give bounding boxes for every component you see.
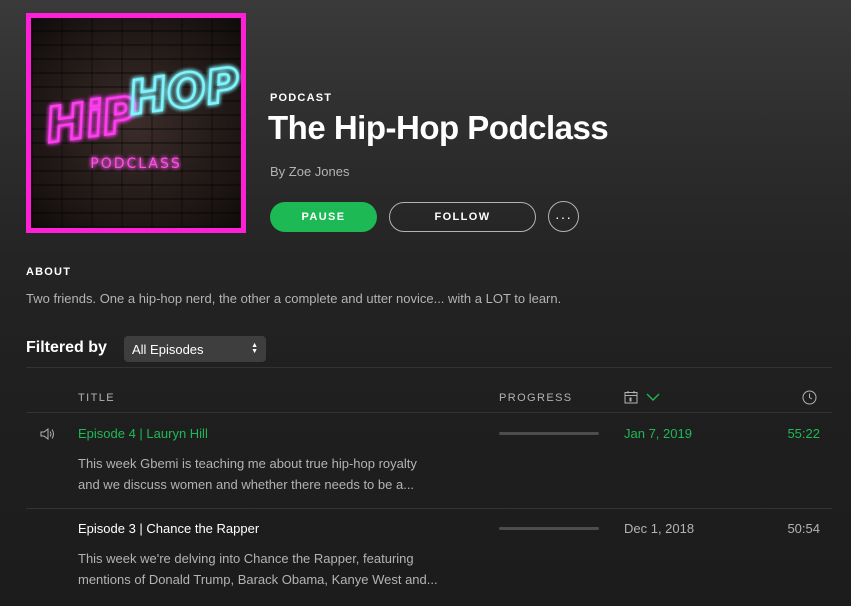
more-options-button[interactable]: ··· (548, 201, 579, 232)
episode-description-line: mentions of Donald Trump, Barack Obama, … (78, 572, 438, 587)
author-label[interactable]: By Zoe Jones (270, 164, 350, 179)
sort-descending-chevron-icon (646, 393, 660, 401)
divider (26, 508, 832, 509)
cover-text-hop: HOP (125, 57, 241, 126)
column-header-date[interactable] (624, 390, 660, 404)
more-icon: ··· (555, 208, 572, 225)
episode-progress-bar (499, 527, 599, 530)
episode-title[interactable]: Episode 4 | Lauryn Hill (78, 426, 208, 441)
episode-title[interactable]: Episode 3 | Chance the Rapper (78, 521, 259, 536)
filter-label: Filtered by (26, 339, 107, 356)
episode-description: This week Gbemi is teaching me about tru… (78, 453, 478, 495)
podcast-cover-art: HiP HOP PODCLASS (26, 13, 246, 233)
calendar-icon (624, 391, 638, 404)
about-heading: ABOUT (26, 266, 72, 278)
follow-button[interactable]: FOLLOW (389, 202, 536, 232)
clock-icon (802, 390, 817, 405)
episode-duration: 55:22 (787, 426, 820, 441)
episode-filter-select[interactable]: All Episodes ▲ ▼ (124, 336, 266, 362)
episode-description-line: This week Gbemi is teaching me about tru… (78, 456, 417, 471)
column-header-progress[interactable]: PROGRESS (499, 392, 573, 404)
episode-description: This week we're delving into Chance the … (78, 548, 478, 590)
select-arrows-icon: ▲ ▼ (251, 342, 258, 355)
cover-subtitle: PODCLASS (90, 156, 182, 172)
cover-text-hip: HiP (42, 86, 141, 154)
column-header-duration[interactable] (802, 390, 817, 410)
episode-date: Dec 1, 2018 (624, 521, 695, 536)
episode-date: Jan 7, 2019 (624, 426, 692, 441)
divider (26, 412, 832, 413)
speaker-playing-icon (40, 428, 54, 440)
about-text: Two friends. One a hip-hop nerd, the oth… (26, 291, 562, 306)
header-info: PODCAST (270, 92, 332, 104)
filter-selected-value: All Episodes (132, 341, 204, 357)
episode-duration: 50:54 (787, 521, 820, 536)
episode-description-line: and we discuss women and whether there n… (78, 477, 415, 492)
column-header-title[interactable]: TITLE (78, 392, 115, 404)
pause-button[interactable]: PAUSE (270, 202, 377, 232)
neon-logo: HiP HOP PODCLASS (41, 55, 241, 172)
episode-progress-bar (499, 432, 599, 435)
content-type-label: PODCAST (270, 92, 333, 104)
divider (26, 367, 832, 368)
episode-description-line: This week we're delving into Chance the … (78, 551, 414, 566)
page-title: The Hip-Hop Podclass (268, 109, 609, 146)
